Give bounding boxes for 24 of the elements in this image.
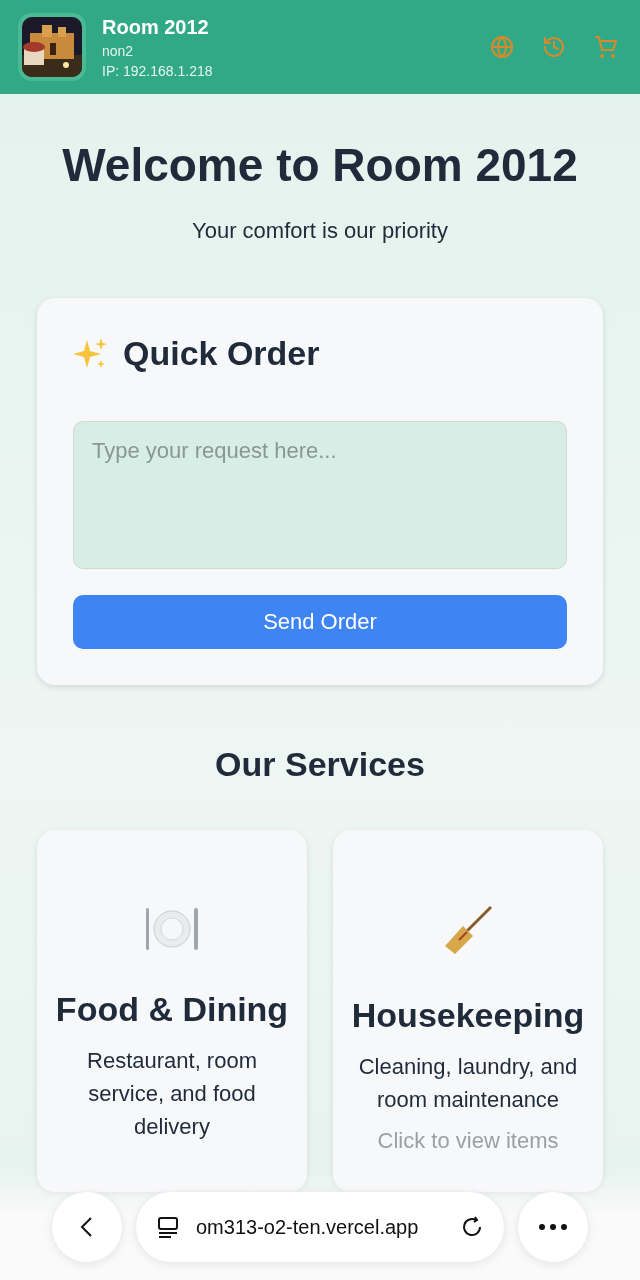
room-subtitle: non2 [102, 42, 135, 59]
tabs-icon[interactable] [156, 1215, 180, 1239]
send-order-button[interactable]: Send Order [73, 595, 567, 649]
more-icon [538, 1223, 568, 1231]
url-text: om313-o2-ten.vercel.app [196, 1215, 420, 1239]
welcome-title: Welcome to Room 2012 [62, 138, 578, 192]
service-card[interactable]: Food & Dining Restaurant, room service, and food delivery [37, 830, 307, 1192]
history-icon[interactable] [542, 35, 566, 59]
service-description: Cleaning, laundry, and room maintenance [357, 1053, 579, 1114]
address-bar[interactable]: om313-o2-ten.vercel.app [135, 1191, 505, 1263]
service-title: Housekeeping [351, 995, 585, 1036]
room-title: Room 2012 [102, 15, 210, 39]
globe-icon[interactable] [490, 35, 514, 59]
request-field[interactable]: Type your request here... [73, 421, 567, 569]
ip-address: IP: 192.168.1.218 [102, 62, 214, 79]
cart-icon[interactable] [594, 35, 618, 59]
service-description: Restaurant, room service, and food delivery [86, 1047, 258, 1141]
card-title: Quick Order [123, 334, 320, 373]
section-title: Our Services [215, 745, 425, 784]
reload-icon[interactable] [460, 1215, 484, 1239]
service-card[interactable]: Housekeeping Cleaning, laundry, and room maintenance Click to view items [333, 830, 603, 1192]
tagline: Your comfort is our priority [192, 218, 448, 244]
service-title: Food & Dining [55, 989, 289, 1030]
more-button[interactable] [517, 1191, 589, 1263]
